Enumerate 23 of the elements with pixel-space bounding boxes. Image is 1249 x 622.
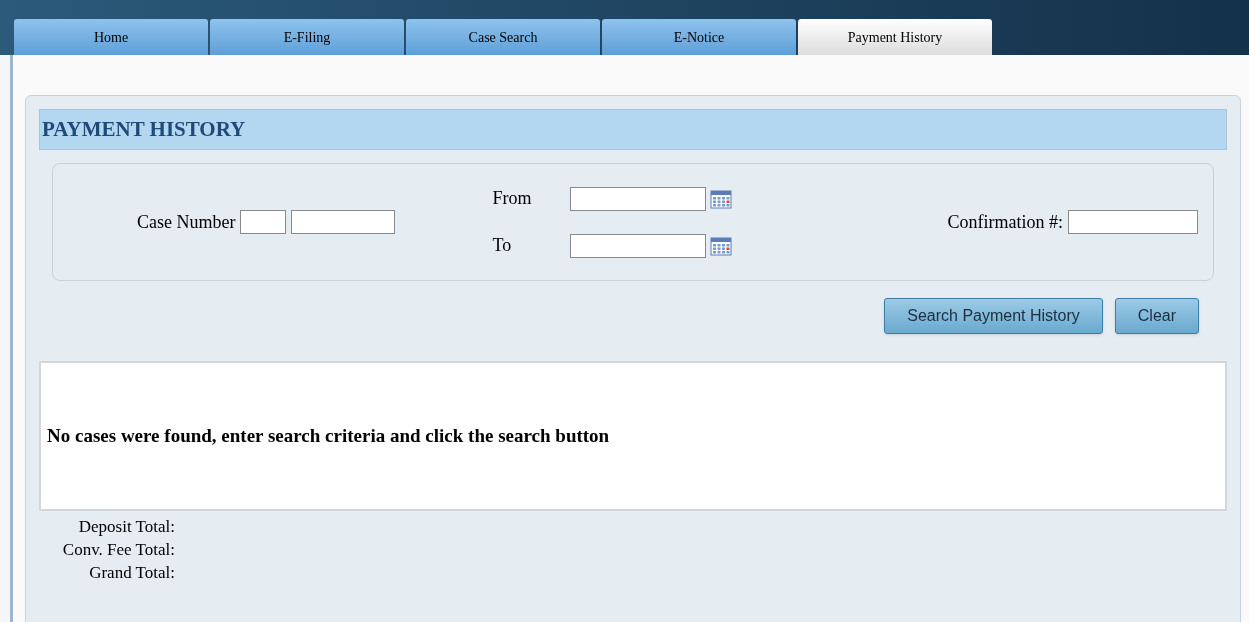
search-button[interactable]: Search Payment History xyxy=(884,298,1103,334)
case-number-field[interactable] xyxy=(291,210,396,234)
nav-tab[interactable]: Home xyxy=(14,19,208,55)
panel-title: PAYMENT HISTORY xyxy=(42,115,246,143)
total-label: Grand Total: xyxy=(89,562,175,584)
nav-tab[interactable]: Payment History xyxy=(798,19,992,55)
from-label: From xyxy=(492,187,533,210)
from-date-field[interactable] xyxy=(570,186,707,211)
total-label: Deposit Total: xyxy=(78,516,175,538)
calendar-icon[interactable] xyxy=(710,188,733,209)
nav-tab[interactable]: E-Notice xyxy=(602,19,796,55)
clear-button[interactable]: Clear xyxy=(1114,298,1199,334)
confirmation-label: Confirmation #: xyxy=(947,210,1063,234)
case-number-label: Case Number xyxy=(137,210,236,234)
case-year-field[interactable] xyxy=(240,210,287,234)
to-label: To xyxy=(492,234,513,257)
total-label: Conv. Fee Total: xyxy=(62,539,175,561)
no-results-message: No cases were found, enter search criteria and click the search button xyxy=(47,423,610,448)
confirmation-field[interactable] xyxy=(1068,210,1198,234)
nav-tab[interactable]: E-Filing xyxy=(210,19,404,55)
to-date-field[interactable] xyxy=(570,233,707,258)
calendar-icon[interactable] xyxy=(710,235,733,256)
nav-tab[interactable]: Case Search xyxy=(406,19,600,55)
